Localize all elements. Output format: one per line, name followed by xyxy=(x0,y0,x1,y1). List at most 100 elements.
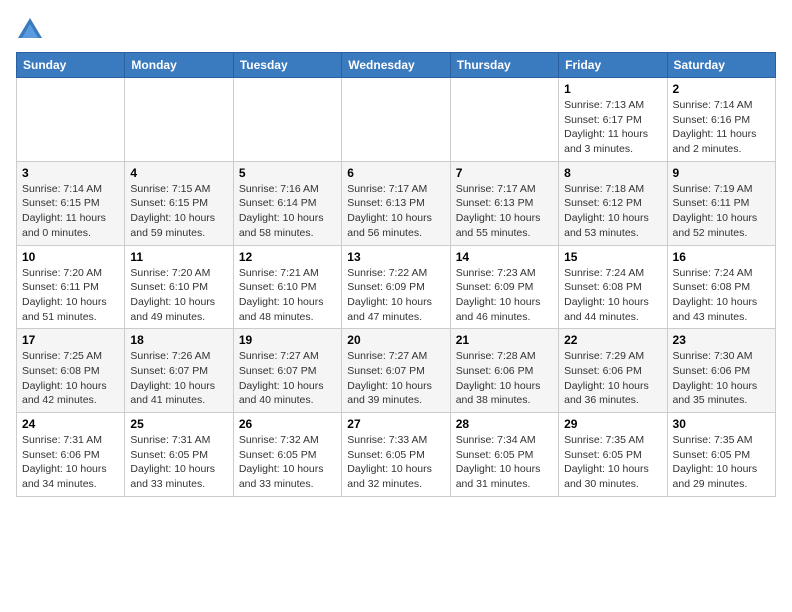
day-info: Sunrise: 7:19 AM Sunset: 6:11 PM Dayligh… xyxy=(673,182,770,241)
day-number: 25 xyxy=(130,417,227,431)
calendar-body: 1Sunrise: 7:13 AM Sunset: 6:17 PM Daylig… xyxy=(17,78,776,497)
calendar-cell: 5 Sunrise: 7:16 AM Sunset: 6:14 PM Daylig… xyxy=(233,161,341,245)
day-info: Sunrise: 7:32 AM Sunset: 6:05 PM Dayligh… xyxy=(239,433,336,492)
day-header-monday: Monday xyxy=(125,53,233,78)
logo xyxy=(16,16,48,44)
day-number: 18 xyxy=(130,333,227,347)
day-number: 3 xyxy=(22,166,119,180)
day-number: 10 xyxy=(22,250,119,264)
calendar-cell: 20 Sunrise: 7:27 AM Sunset: 6:07 PM Dayli… xyxy=(342,329,450,413)
day-number: 20 xyxy=(347,333,444,347)
calendar-cell xyxy=(450,78,558,162)
calendar-week-1: 1Sunrise: 7:13 AM Sunset: 6:17 PM Daylig… xyxy=(17,78,776,162)
calendar-cell: 2Sunrise: 7:14 AM Sunset: 6:16 PM Daylig… xyxy=(667,78,775,162)
calendar-cell: 13 Sunrise: 7:22 AM Sunset: 6:09 PM Dayli… xyxy=(342,245,450,329)
day-info: Sunrise: 7:16 AM Sunset: 6:14 PM Dayligh… xyxy=(239,182,336,241)
day-info: Sunrise: 7:27 AM Sunset: 6:07 PM Dayligh… xyxy=(239,349,336,408)
day-info: Sunrise: 7:35 AM Sunset: 6:05 PM Dayligh… xyxy=(564,433,661,492)
day-info: Sunrise: 7:33 AM Sunset: 6:05 PM Dayligh… xyxy=(347,433,444,492)
calendar-cell xyxy=(342,78,450,162)
calendar-cell: 8 Sunrise: 7:18 AM Sunset: 6:12 PM Daylig… xyxy=(559,161,667,245)
day-info: Sunrise: 7:14 AM Sunset: 6:15 PM Dayligh… xyxy=(22,182,119,241)
day-number: 11 xyxy=(130,250,227,264)
day-info: Sunrise: 7:25 AM Sunset: 6:08 PM Dayligh… xyxy=(22,349,119,408)
calendar-cell: 23 Sunrise: 7:30 AM Sunset: 6:06 PM Dayli… xyxy=(667,329,775,413)
calendar-table: SundayMondayTuesdayWednesdayThursdayFrid… xyxy=(16,52,776,497)
calendar-cell: 10 Sunrise: 7:20 AM Sunset: 6:11 PM Dayli… xyxy=(17,245,125,329)
calendar-week-5: 24Sunrise: 7:31 AM Sunset: 6:06 PM Dayli… xyxy=(17,413,776,497)
calendar-cell: 11 Sunrise: 7:20 AM Sunset: 6:10 PM Dayli… xyxy=(125,245,233,329)
day-number: 19 xyxy=(239,333,336,347)
calendar-cell xyxy=(125,78,233,162)
day-header-friday: Friday xyxy=(559,53,667,78)
day-number: 26 xyxy=(239,417,336,431)
day-info: Sunrise: 7:28 AM Sunset: 6:06 PM Dayligh… xyxy=(456,349,553,408)
day-info: Sunrise: 7:22 AM Sunset: 6:09 PM Dayligh… xyxy=(347,266,444,325)
day-number: 12 xyxy=(239,250,336,264)
day-info: Sunrise: 7:35 AM Sunset: 6:05 PM Dayligh… xyxy=(673,433,770,492)
day-number: 27 xyxy=(347,417,444,431)
day-number: 2 xyxy=(673,82,770,96)
day-header-tuesday: Tuesday xyxy=(233,53,341,78)
calendar-cell: 21 Sunrise: 7:28 AM Sunset: 6:06 PM Dayli… xyxy=(450,329,558,413)
day-info: Sunrise: 7:23 AM Sunset: 6:09 PM Dayligh… xyxy=(456,266,553,325)
calendar-cell xyxy=(233,78,341,162)
calendar-cell: 24Sunrise: 7:31 AM Sunset: 6:06 PM Dayli… xyxy=(17,413,125,497)
calendar-cell: 16 Sunrise: 7:24 AM Sunset: 6:08 PM Dayli… xyxy=(667,245,775,329)
calendar-cell: 6 Sunrise: 7:17 AM Sunset: 6:13 PM Daylig… xyxy=(342,161,450,245)
day-number: 9 xyxy=(673,166,770,180)
day-header-sunday: Sunday xyxy=(17,53,125,78)
day-number: 5 xyxy=(239,166,336,180)
day-info: Sunrise: 7:20 AM Sunset: 6:11 PM Dayligh… xyxy=(22,266,119,325)
calendar-week-4: 17 Sunrise: 7:25 AM Sunset: 6:08 PM Dayli… xyxy=(17,329,776,413)
day-info: Sunrise: 7:13 AM Sunset: 6:17 PM Dayligh… xyxy=(564,98,661,157)
calendar-cell: 3 Sunrise: 7:14 AM Sunset: 6:15 PM Daylig… xyxy=(17,161,125,245)
calendar-cell: 25 Sunrise: 7:31 AM Sunset: 6:05 PM Dayli… xyxy=(125,413,233,497)
day-number: 24 xyxy=(22,417,119,431)
day-info: Sunrise: 7:17 AM Sunset: 6:13 PM Dayligh… xyxy=(347,182,444,241)
day-number: 21 xyxy=(456,333,553,347)
calendar-cell: 9 Sunrise: 7:19 AM Sunset: 6:11 PM Daylig… xyxy=(667,161,775,245)
day-number: 28 xyxy=(456,417,553,431)
calendar-cell: 14Sunrise: 7:23 AM Sunset: 6:09 PM Dayli… xyxy=(450,245,558,329)
calendar-cell: 26 Sunrise: 7:32 AM Sunset: 6:05 PM Dayli… xyxy=(233,413,341,497)
calendar-cell: 19 Sunrise: 7:27 AM Sunset: 6:07 PM Dayli… xyxy=(233,329,341,413)
day-number: 15 xyxy=(564,250,661,264)
day-info: Sunrise: 7:27 AM Sunset: 6:07 PM Dayligh… xyxy=(347,349,444,408)
calendar-cell: 4Sunrise: 7:15 AM Sunset: 6:15 PM Daylig… xyxy=(125,161,233,245)
day-info: Sunrise: 7:34 AM Sunset: 6:05 PM Dayligh… xyxy=(456,433,553,492)
calendar-cell: 27 Sunrise: 7:33 AM Sunset: 6:05 PM Dayli… xyxy=(342,413,450,497)
day-info: Sunrise: 7:31 AM Sunset: 6:05 PM Dayligh… xyxy=(130,433,227,492)
calendar-cell: 22 Sunrise: 7:29 AM Sunset: 6:06 PM Dayli… xyxy=(559,329,667,413)
calendar-header: SundayMondayTuesdayWednesdayThursdayFrid… xyxy=(17,53,776,78)
day-info: Sunrise: 7:29 AM Sunset: 6:06 PM Dayligh… xyxy=(564,349,661,408)
day-header-wednesday: Wednesday xyxy=(342,53,450,78)
calendar-cell: 7Sunrise: 7:17 AM Sunset: 6:13 PM Daylig… xyxy=(450,161,558,245)
page-header xyxy=(16,16,776,44)
day-number: 29 xyxy=(564,417,661,431)
day-info: Sunrise: 7:24 AM Sunset: 6:08 PM Dayligh… xyxy=(564,266,661,325)
day-number: 13 xyxy=(347,250,444,264)
calendar-cell xyxy=(17,78,125,162)
calendar-cell: 17 Sunrise: 7:25 AM Sunset: 6:08 PM Dayli… xyxy=(17,329,125,413)
day-info: Sunrise: 7:20 AM Sunset: 6:10 PM Dayligh… xyxy=(130,266,227,325)
day-info: Sunrise: 7:24 AM Sunset: 6:08 PM Dayligh… xyxy=(673,266,770,325)
calendar-cell: 29 Sunrise: 7:35 AM Sunset: 6:05 PM Dayli… xyxy=(559,413,667,497)
calendar-week-3: 10 Sunrise: 7:20 AM Sunset: 6:11 PM Dayli… xyxy=(17,245,776,329)
calendar-cell: 12Sunrise: 7:21 AM Sunset: 6:10 PM Dayli… xyxy=(233,245,341,329)
logo-icon xyxy=(16,16,44,44)
day-number: 22 xyxy=(564,333,661,347)
day-number: 8 xyxy=(564,166,661,180)
day-number: 6 xyxy=(347,166,444,180)
calendar-cell: 15 Sunrise: 7:24 AM Sunset: 6:08 PM Dayli… xyxy=(559,245,667,329)
calendar-week-2: 3 Sunrise: 7:14 AM Sunset: 6:15 PM Daylig… xyxy=(17,161,776,245)
calendar-cell: 30 Sunrise: 7:35 AM Sunset: 6:05 PM Dayli… xyxy=(667,413,775,497)
day-info: Sunrise: 7:18 AM Sunset: 6:12 PM Dayligh… xyxy=(564,182,661,241)
day-info: Sunrise: 7:30 AM Sunset: 6:06 PM Dayligh… xyxy=(673,349,770,408)
day-info: Sunrise: 7:15 AM Sunset: 6:15 PM Dayligh… xyxy=(130,182,227,241)
calendar-cell: 28 Sunrise: 7:34 AM Sunset: 6:05 PM Dayli… xyxy=(450,413,558,497)
day-number: 16 xyxy=(673,250,770,264)
day-number: 17 xyxy=(22,333,119,347)
day-number: 23 xyxy=(673,333,770,347)
day-number: 30 xyxy=(673,417,770,431)
